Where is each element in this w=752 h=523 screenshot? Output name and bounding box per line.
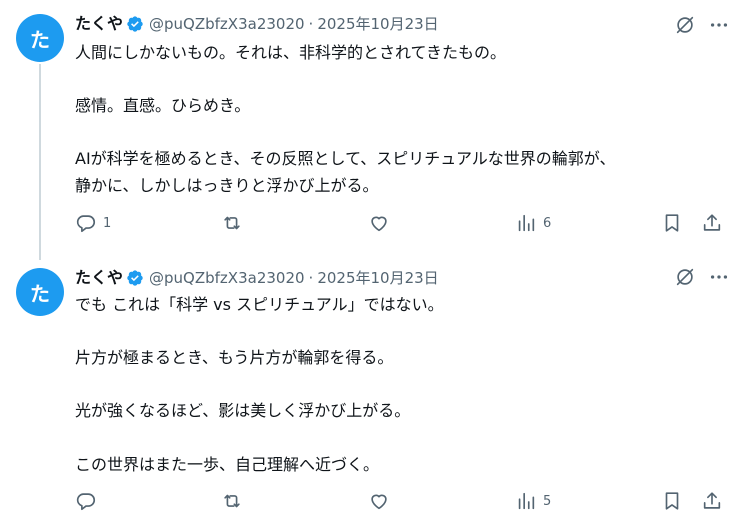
post-header: たくや @puQZbfzX3a23020 · 2025年10月23日	[75, 14, 439, 34]
like-icon	[371, 494, 387, 510]
post-text-line: 片方が極まるとき、もう片方が輪郭を得る。	[75, 348, 394, 368]
views-icon	[518, 492, 535, 510]
post-text-line: 感情。直感。ひらめき。	[75, 96, 251, 116]
reply-button[interactable]	[75, 490, 103, 512]
verified-badge-icon	[127, 16, 143, 32]
like-button[interactable]	[368, 490, 396, 512]
post-text-line: AIが科学を極めるとき、その反照として、スピリチュアルな世界の輪郭が、	[75, 149, 616, 169]
post-text-line: 光が強くなるほど、影は美しく浮かび上がる。	[75, 401, 411, 421]
repost-icon	[224, 494, 240, 508]
post-date[interactable]: 2025年10月23日	[317, 268, 438, 288]
views-count: 5	[543, 493, 552, 509]
verified-badge-icon	[127, 270, 143, 286]
share-icon	[703, 214, 721, 231]
post-text-line	[75, 67, 735, 94]
post-actions: 1 6	[75, 212, 735, 236]
post-text-line	[75, 372, 735, 399]
views-button[interactable]: 5	[515, 490, 551, 512]
share-icon	[703, 492, 721, 509]
repost-button[interactable]	[221, 212, 249, 234]
post[interactable]: た たくや @puQZbfzX3a23020 · 2025年10月23日 でも …	[0, 258, 752, 523]
post-text-line: 静かに、しかしはっきりと浮かび上がる。	[75, 175, 379, 195]
grok-icon[interactable]	[674, 14, 696, 36]
separator-dot: ·	[308, 269, 314, 287]
display-name[interactable]: たくや	[75, 268, 123, 288]
share-button[interactable]	[701, 490, 723, 512]
bookmark-icon	[665, 492, 679, 510]
more-icon[interactable]	[708, 266, 730, 288]
share-button[interactable]	[701, 212, 723, 234]
post-actions: 5	[75, 490, 735, 514]
reply-count: 1	[103, 215, 112, 231]
reply-icon	[76, 493, 96, 511]
separator-dot: ·	[308, 15, 314, 33]
bookmark-icon	[665, 214, 679, 232]
post-date[interactable]: 2025年10月23日	[317, 14, 438, 34]
post-text-line	[75, 319, 735, 346]
post-text-line: 人間にしかないもの。それは、非科学的とされてきたもの。	[75, 43, 507, 62]
grok-icon[interactable]	[674, 266, 696, 288]
display-name[interactable]: たくや	[75, 14, 123, 34]
repost-button[interactable]	[221, 490, 249, 512]
views-button[interactable]: 6	[515, 212, 551, 234]
post-header: たくや @puQZbfzX3a23020 · 2025年10月23日	[75, 268, 439, 288]
post-text: でも これは「科学 vs スピリチュアル」ではない。 片方が極まるとき、もう片方…	[75, 292, 735, 478]
avatar[interactable]: た	[16, 268, 64, 316]
post[interactable]: た たくや @puQZbfzX3a23020 · 2025年10月23日 人間に…	[0, 0, 752, 258]
post-text-line	[75, 425, 735, 452]
user-handle[interactable]: @puQZbfzX3a23020	[149, 14, 305, 34]
views-count: 6	[543, 215, 552, 231]
reply-button[interactable]: 1	[75, 212, 111, 234]
post-text-line: でも これは「科学 vs スピリチュアル」ではない。	[75, 295, 444, 314]
user-handle[interactable]: @puQZbfzX3a23020	[149, 268, 305, 288]
more-icon[interactable]	[708, 14, 730, 36]
repost-icon	[224, 216, 240, 230]
like-icon	[371, 216, 387, 232]
reply-icon	[76, 215, 96, 233]
post-text-line: この世界はまた一歩、自己理解へ近づく。	[75, 454, 380, 474]
post-text: 人間にしかないもの。それは、非科学的とされてきたもの。 感情。直感。ひらめき。 …	[75, 40, 735, 200]
bookmark-button[interactable]	[661, 490, 683, 512]
like-button[interactable]	[368, 212, 396, 234]
views-icon	[518, 214, 535, 232]
bookmark-button[interactable]	[661, 212, 683, 234]
avatar[interactable]: た	[16, 14, 64, 62]
post-text-line	[75, 120, 735, 147]
